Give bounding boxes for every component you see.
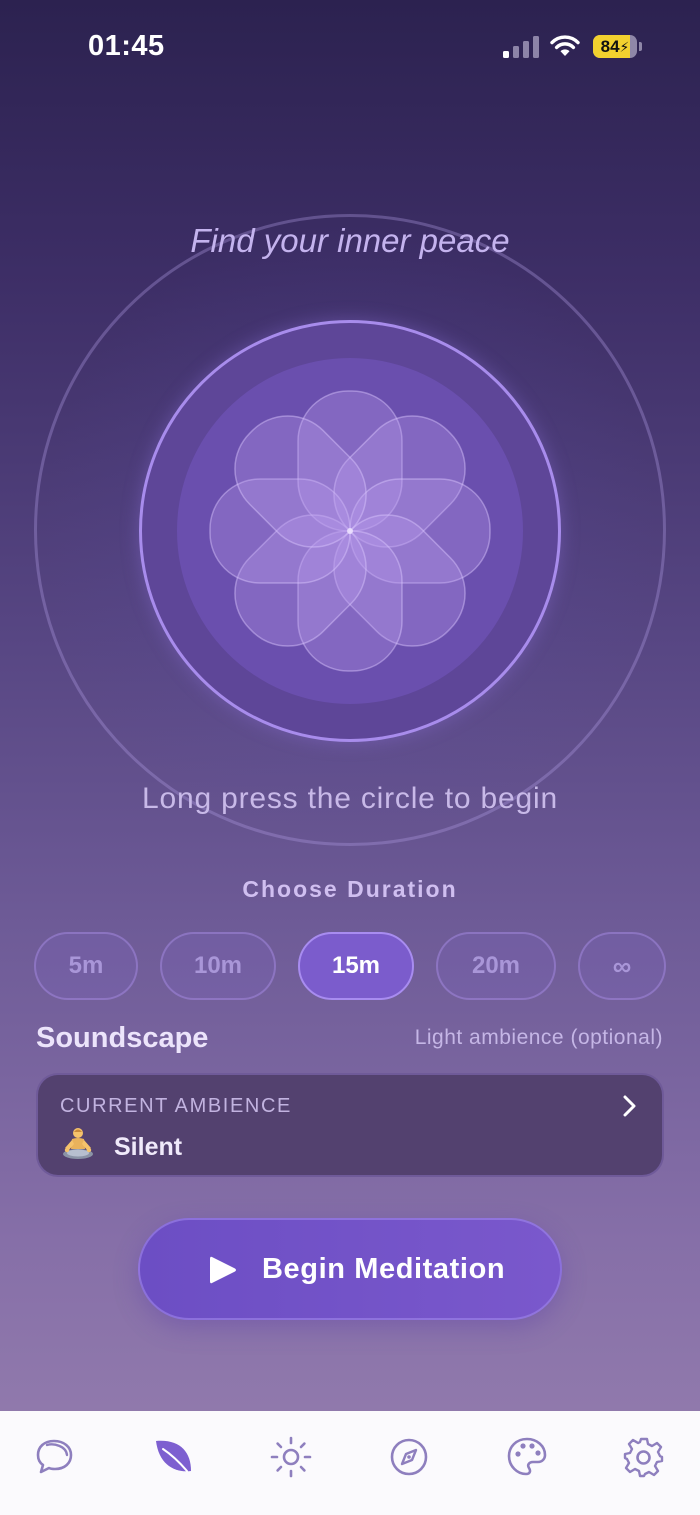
chat-bubbles-icon[interactable] — [34, 1435, 78, 1479]
palette-icon[interactable] — [505, 1435, 549, 1479]
compass-icon[interactable] — [387, 1435, 431, 1479]
duration-title: Choose Duration — [242, 876, 458, 902]
duration-chip-5m[interactable]: 5m — [34, 932, 138, 1000]
duration-chip-20m[interactable]: 20m — [436, 932, 556, 1000]
cellular-signal-icon — [503, 36, 539, 58]
flower-center — [347, 528, 353, 534]
current-ambience-label: CURRENT AMBIENCE — [60, 1095, 292, 1117]
lotus-flower-icon — [209, 390, 491, 672]
current-ambience-card[interactable]: CURRENT AMBIENCE Silent — [36, 1073, 664, 1177]
gear-icon[interactable] — [622, 1435, 666, 1479]
status-time: 01:45 — [88, 30, 165, 62]
tagline: Find your inner peace — [190, 222, 510, 259]
battery-indicator: 84⚡ — [593, 35, 643, 59]
duration-chip-infinite[interactable]: ∞ — [578, 932, 666, 1000]
play-icon — [210, 1256, 236, 1284]
breathing-circle[interactable] — [139, 320, 561, 742]
sun-icon[interactable] — [269, 1435, 313, 1479]
soundscape-subtitle: Light ambience (optional) — [414, 1026, 663, 1049]
begin-meditation-button[interactable]: Begin Meditation — [138, 1218, 562, 1320]
soundscape-title: Soundscape — [36, 1022, 209, 1054]
bottom-tab-bar — [0, 1411, 700, 1515]
current-ambience-value: Silent — [114, 1133, 183, 1161]
long-press-hint: Long press the circle to begin — [142, 782, 558, 815]
duration-chip-15m[interactable]: 15m — [298, 932, 414, 1000]
meditating-person-icon — [63, 1128, 93, 1159]
duration-chip-10m[interactable]: 10m — [160, 932, 276, 1000]
status-bar: 01:45 84⚡ — [0, 0, 700, 92]
begin-meditation-label: Begin Meditation — [262, 1253, 506, 1285]
battery-percentage: 84⚡ — [600, 37, 630, 56]
chevron-right-icon — [623, 1095, 636, 1117]
leaf-icon[interactable] — [151, 1435, 195, 1479]
wifi-icon — [550, 35, 580, 56]
